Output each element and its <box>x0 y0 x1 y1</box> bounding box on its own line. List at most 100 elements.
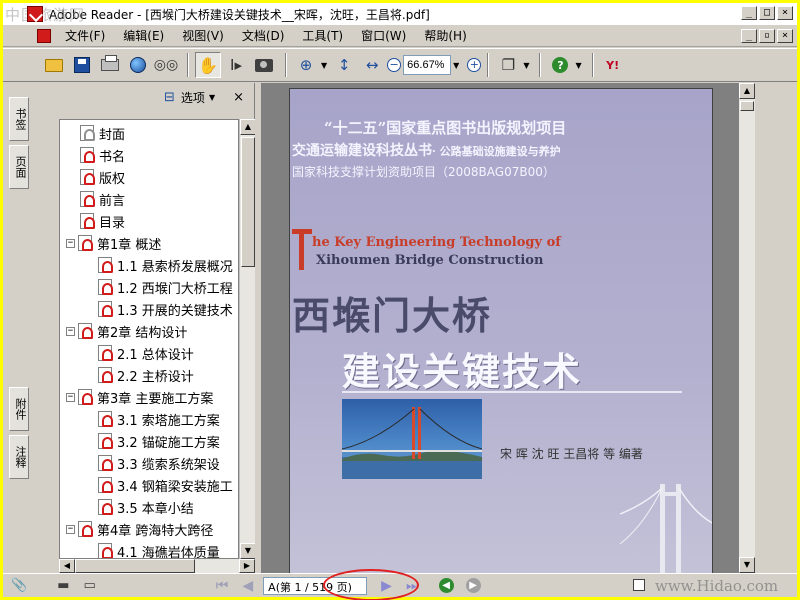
tab-attachments[interactable]: 附件 <box>9 387 29 431</box>
previous-page-button[interactable]: ◀ <box>242 578 253 594</box>
document-vscrollbar[interactable]: ▲ ▼ <box>739 83 755 573</box>
tab-bookmarks[interactable]: 书签 <box>9 97 29 141</box>
tab-comments[interactable]: 注释 <box>9 435 29 479</box>
hscroll-thumb[interactable] <box>75 559 195 573</box>
next-view-button[interactable]: ▶ <box>465 578 481 593</box>
menu-tools[interactable]: 工具(T) <box>298 25 347 46</box>
bookmark-item[interactable]: 2.1 总体设计 <box>98 342 194 364</box>
single-page-layout-icon[interactable] <box>633 579 645 591</box>
close-button[interactable]: × <box>777 6 793 20</box>
bookmark-item[interactable]: 2.2 主桥设计 <box>98 364 194 386</box>
doc-scroll-thumb[interactable] <box>740 101 754 111</box>
options-menu[interactable]: 选项 <box>181 89 205 106</box>
bookmarks-vscrollbar[interactable]: ▲ ▼ <box>239 119 256 559</box>
bookmark-item[interactable]: 目录 <box>80 210 125 232</box>
zoom-tool-dropdown[interactable]: ▼ <box>321 61 327 70</box>
close-panel-icon[interactable]: × <box>233 90 244 105</box>
save-button[interactable] <box>69 52 95 78</box>
bookmark-label: 书名 <box>99 149 126 165</box>
bookmark-item[interactable]: − 第3章 主要施工方案 <box>66 386 213 408</box>
bookmark-item[interactable]: 3.1 索塔施工方案 <box>98 408 220 430</box>
help-button[interactable]: ? <box>547 52 573 78</box>
document-view[interactable]: “十二五”国家重点图书出版规划项目 交通运输建设科技丛书· 公路基础设施建设与养… <box>261 83 739 573</box>
pdf-bookmark-icon <box>98 499 113 515</box>
doc-restore-button[interactable]: ▫ <box>759 29 775 43</box>
bookmark-item[interactable]: 4.1 海礁岩体质量 <box>98 540 220 558</box>
bookmark-item[interactable]: 3.4 钢箱梁安装施工 <box>98 474 233 496</box>
bookmark-item[interactable]: 1.3 开展的关键技术 <box>98 298 233 320</box>
open-button[interactable] <box>41 52 67 78</box>
bookmark-item[interactable]: 3.2 锚碇施工方案 <box>98 430 220 452</box>
collapse-icon[interactable]: − <box>66 524 75 534</box>
cover-english-line1: he Key Engineering Technology of <box>312 235 561 250</box>
scroll-left-arrow[interactable]: ◀ <box>59 559 75 573</box>
previous-view-button[interactable]: ◀ <box>438 578 454 593</box>
menu-file[interactable]: 文件(F) <box>61 25 109 46</box>
doc-scroll-up-arrow[interactable]: ▲ <box>739 83 755 99</box>
bookmark-label: 2.2 主桥设计 <box>117 369 194 385</box>
zoom-dropdown[interactable]: ▼ <box>453 61 459 70</box>
zoom-input[interactable] <box>403 55 452 75</box>
bookmark-item[interactable]: − 第1章 概述 <box>66 232 161 254</box>
scroll-right-arrow[interactable]: ▶ <box>239 559 255 573</box>
search-button[interactable]: ◎◎ <box>153 52 179 78</box>
bookmarks-hscrollbar[interactable]: ◀ ▶ <box>59 559 255 573</box>
document-icon[interactable] <box>37 28 51 43</box>
bookmark-item[interactable]: 1.2 西堠门大桥工程 <box>98 276 233 298</box>
last-page-button[interactable]: ⏭ <box>406 578 419 594</box>
zoom-out-button[interactable]: − <box>387 58 402 72</box>
page-number-field[interactable]: A(第 1 / 519 页) <box>263 576 368 595</box>
options-dropdown[interactable]: ▼ <box>209 93 215 102</box>
scroll-down-arrow[interactable]: ▼ <box>240 543 256 559</box>
snapshot-button[interactable] <box>251 52 277 78</box>
help-dropdown[interactable]: ▼ <box>575 61 581 70</box>
menu-window[interactable]: 窗口(W) <box>357 25 410 46</box>
options-icon[interactable]: ⊟ <box>164 90 175 105</box>
yahoo-search-button[interactable]: Y! <box>600 52 626 78</box>
menu-help[interactable]: 帮助(H) <box>420 25 470 46</box>
zoom-in-button[interactable]: + <box>467 58 482 72</box>
cover-title-line2: 建设关键技术 <box>342 350 583 394</box>
scroll-up-arrow[interactable]: ▲ <box>240 119 256 135</box>
collapse-icon[interactable]: − <box>66 238 75 248</box>
bookmark-item[interactable]: 3.5 本章小结 <box>98 496 194 518</box>
tab-pages[interactable]: 页面 <box>9 145 29 189</box>
rotate-view-button[interactable]: ❐ <box>495 52 521 78</box>
floppy-disk-icon <box>74 57 90 73</box>
fit-page-button[interactable]: ↕ <box>331 52 357 78</box>
zoom-in-tool-button[interactable]: ⊕ <box>293 52 319 78</box>
doc-close-button[interactable]: × <box>777 29 793 43</box>
bookmark-item[interactable]: − 第2章 结构设计 <box>66 320 187 342</box>
doc-minimize-button[interactable]: _ <box>741 29 757 43</box>
print-button[interactable] <box>97 52 123 78</box>
minimize-button[interactable]: _ <box>741 6 757 20</box>
bookmark-item[interactable]: 1.1 悬索桥发展概况 <box>98 254 233 276</box>
rotate-dropdown[interactable]: ▼ <box>523 61 529 70</box>
bookmark-item[interactable]: 封面 <box>80 122 125 144</box>
next-page-button[interactable]: ▶ <box>381 578 392 594</box>
bookmark-item[interactable]: 书名 <box>80 144 125 166</box>
menu-view[interactable]: 视图(V) <box>178 25 228 46</box>
bookmark-item[interactable]: 版权 <box>80 166 125 188</box>
bookmark-item[interactable]: − 第4章 跨海特大跨径 <box>66 518 213 540</box>
scroll-thumb[interactable] <box>241 137 255 267</box>
fit-page-icon: ↕ <box>337 56 351 74</box>
hand-tool-button[interactable]: ✋ <box>195 52 221 78</box>
hand-icon: ✋ <box>198 55 218 75</box>
collapse-icon[interactable]: − <box>66 326 75 336</box>
doc-scroll-down-arrow[interactable]: ▼ <box>739 557 755 573</box>
paperclip-icon[interactable]: 📎 <box>11 578 27 593</box>
fit-width-button[interactable]: ↔ <box>359 52 385 78</box>
select-text-button[interactable]: I▸ <box>223 52 249 78</box>
collapse-icon[interactable]: − <box>66 392 75 402</box>
toolbar-separator <box>285 53 287 77</box>
menu-edit[interactable]: 编辑(E) <box>119 25 168 46</box>
email-button[interactable] <box>125 52 151 78</box>
bookmark-item[interactable]: 3.3 缆索系统架设 <box>98 452 220 474</box>
menu-document[interactable]: 文档(D) <box>238 25 289 46</box>
bookmark-label: 前言 <box>99 193 126 209</box>
document-info-icon[interactable]: ▭ <box>83 578 95 593</box>
first-page-button[interactable]: ⏮ <box>216 578 229 594</box>
bookmark-item[interactable]: 前言 <box>80 188 125 210</box>
maximize-button[interactable]: □ <box>759 6 775 20</box>
